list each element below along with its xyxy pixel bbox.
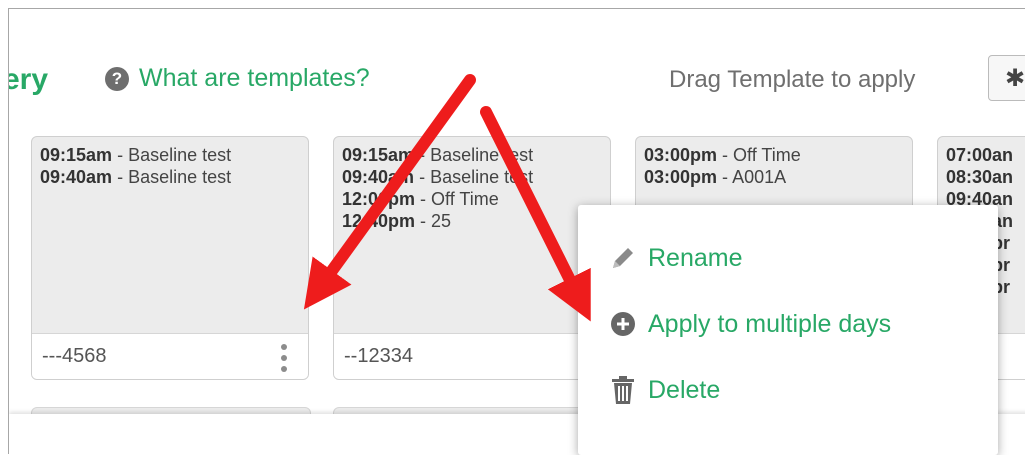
more-options-icon[interactable] [280,344,288,372]
template-entries: 03:00pm - Off Time 03:00pm - A001A [636,137,912,195]
tool-button[interactable]: ✱ [988,55,1025,101]
delete-menu-item[interactable]: Delete [608,375,720,405]
template-entry: 03:00pm - A001A [644,167,787,187]
template-name: --12334 [344,345,413,367]
delete-label: Delete [648,375,721,404]
drag-template-hint: Drag Template to apply [669,66,916,93]
template-context-menu: Rename Apply to multiple days Delete [578,205,998,455]
template-entry: 09:40am - Baseline test [342,167,534,187]
template-entries: 09:15am - Baseline test 09:40am - Baseli… [32,137,308,195]
gallery-header: ery ? What are templates? Drag Template … [9,9,1025,131]
template-entry: 12:40pm - 25 [342,211,452,231]
template-entry: 09:15am - Baseline test [40,145,232,165]
template-card[interactable]: 09:15am - Baseline test 09:40am - Baseli… [31,136,309,380]
template-entry: 07:00an [946,145,1014,165]
sun-icon: ✱ [1005,64,1025,92]
template-entry: 03:00pm - Off Time [644,145,801,165]
plus-circle-icon [608,309,638,339]
rename-menu-item[interactable]: Rename [608,243,743,273]
what-are-templates-link[interactable]: ? What are templates? [105,64,370,93]
apply-multiple-days-menu-item[interactable]: Apply to multiple days [608,309,891,339]
template-entries: 09:15am - Baseline test 09:40am - Baseli… [334,137,610,239]
gallery-title: ery [9,63,49,96]
rename-label: Rename [648,243,743,272]
help-link-label: What are templates? [139,64,370,92]
template-entry: 09:15am - Baseline test [342,145,534,165]
template-card-footer: --12334 [334,333,610,379]
pencil-icon [608,243,638,273]
question-circle-icon: ? [105,66,129,91]
template-card[interactable]: 09:15am - Baseline test 09:40am - Baseli… [333,136,611,380]
template-entry: 12:00pm - Off Time [342,189,499,209]
trash-icon [608,375,638,405]
template-entry: 09:40am - Baseline test [40,167,232,187]
template-card-footer: ---4568 [32,333,308,379]
template-name: ---4568 [42,345,107,367]
template-entry: 08:30an [946,167,1014,187]
apply-multiple-days-label: Apply to multiple days [648,309,892,338]
